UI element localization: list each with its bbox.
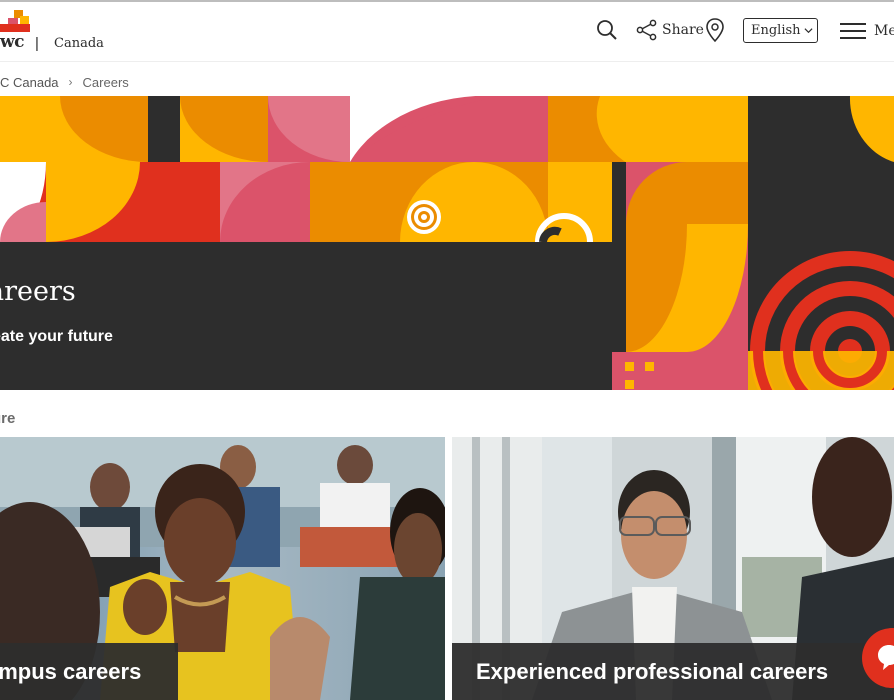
logo-separator: | [35, 35, 39, 52]
hamburger-menu-icon [840, 23, 866, 39]
hero-subtitle: eate your future [0, 328, 113, 345]
share-button[interactable]: Share [636, 17, 704, 43]
chevron-down-icon [804, 28, 813, 34]
pwc-logo-text[interactable]: wc [0, 32, 25, 52]
share-label: Share [662, 22, 704, 38]
location-button[interactable] [705, 17, 725, 43]
location-pin-icon [706, 18, 724, 43]
language-selector[interactable]: English [743, 18, 818, 43]
menu-label: Menu [874, 23, 894, 39]
experienced-careers-label-bar: Experienced professional careers [452, 643, 894, 700]
campus-careers-card[interactable]: ampus careers [0, 437, 445, 700]
breadcrumb-item-current: Careers [82, 74, 129, 90]
campus-careers-title: ampus careers [0, 658, 142, 684]
menu-button[interactable]: Menu [840, 20, 894, 42]
experienced-careers-card[interactable]: Experienced professional careers [452, 437, 894, 700]
campus-careers-label-bar: ampus careers [0, 643, 178, 700]
language-value: English [751, 23, 801, 38]
search-button[interactable] [595, 18, 619, 42]
hero-text-panel [0, 242, 610, 390]
breadcrumb-separator: › [68, 75, 73, 89]
chat-icon [878, 645, 894, 670]
experienced-careers-title: Experienced professional careers [476, 658, 829, 684]
breadcrumb: C Canada › Careers [0, 72, 129, 92]
breadcrumb-item-home[interactable]: C Canada [0, 75, 59, 90]
section-label: ure [0, 410, 16, 427]
site-header: wc | Canada Share English Me [0, 0, 894, 62]
hero-banner [0, 96, 894, 390]
search-icon [597, 20, 617, 40]
region-label[interactable]: Canada [54, 36, 104, 51]
share-icon [636, 19, 657, 41]
hero-title: areers [0, 276, 76, 307]
pwc-logo-marks[interactable] [0, 10, 32, 32]
